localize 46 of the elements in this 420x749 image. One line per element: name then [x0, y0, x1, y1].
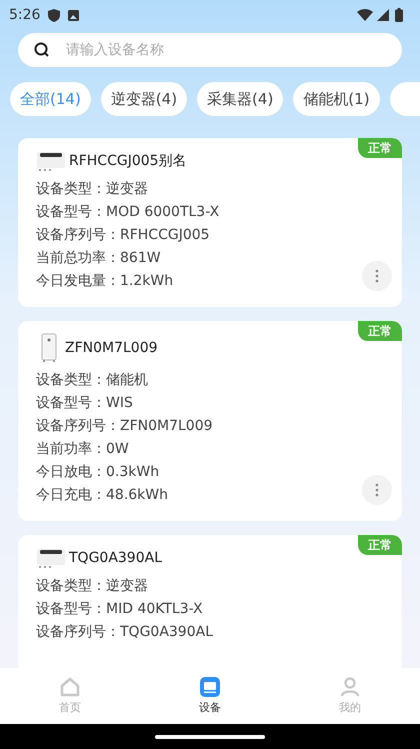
status-time: 5:26 [9, 6, 40, 24]
more-button[interactable] [362, 475, 392, 505]
inverter-icon [36, 547, 66, 569]
search-field[interactable]: 请输入设备名称 [18, 33, 402, 67]
device-field: 设备型号：MOD 6000TL3-X [36, 201, 220, 224]
device-card[interactable]: 正常 ZFN0M7L009 设备类型：储能机 设备型号：WIS 设备序列号：ZFN0M7L009 当前功率：0W 今日放电：0.3kWh 今日充电：48.6kWh [18, 321, 402, 521]
inverter-icon [36, 150, 66, 172]
device-card[interactable]: 正常 RFHCCGJ005别名 设备类型：逆变器 设备型号：MOD 6000TL3-X 设备序列号：RFHCCGJ005 当前总功率：861W 今日发电量：1.2kWh [18, 138, 402, 307]
battery-icon [395, 8, 403, 22]
device-field: 今日放电：0.3kWh [36, 461, 160, 484]
status-badge: 正常 [358, 138, 402, 158]
filter-tab[interactable]: 逆变器(4) [100, 82, 188, 116]
device-field: 设备序列号：ZFN0M7L009 [36, 415, 213, 438]
device-field: 设备型号：WIS [36, 392, 133, 415]
search-icon [34, 42, 50, 58]
device-icon [199, 676, 221, 698]
nav-tab[interactable]: 设备 [140, 668, 280, 724]
status-badge: 正常 [358, 535, 402, 555]
device-card[interactable]: 正常 TQG0A390AL 设备类型：逆变器 设备型号：MID 40KTL3-X 设备序列号：TQG0A390AL [18, 535, 402, 668]
image-icon [68, 10, 80, 20]
device-name: ZFN0M7L009 [65, 338, 158, 358]
more-button[interactable] [362, 261, 392, 291]
search-input[interactable]: 请输入设备名称 [66, 40, 386, 60]
device-field: 当前总功率：861W [36, 247, 161, 270]
signal-icon [377, 9, 389, 21]
filter-tab[interactable]: 储能机(1) [293, 82, 380, 116]
filter-tab[interactable]: 采集器(4) [197, 82, 284, 116]
device-field: 今日发电量：1.2kWh [36, 270, 174, 293]
status-badge: 正常 [358, 321, 402, 341]
user-icon [339, 676, 361, 698]
more-icon [375, 269, 379, 283]
device-field: 设备序列号：TQG0A390AL [36, 621, 214, 644]
filter-tab[interactable] [390, 82, 420, 116]
device-field: 今日充电：48.6kWh [36, 484, 168, 507]
wifi-icon [357, 9, 373, 21]
device-field: 设备序列号：RFHCCGJ005 [36, 224, 210, 247]
device-field: 当前功率：0W [36, 438, 129, 461]
device-field: 设备类型：逆变器 [36, 178, 148, 201]
device-name: TQG0A390AL [69, 548, 162, 568]
device-field: 设备类型：逆变器 [36, 575, 148, 598]
more-icon [375, 483, 379, 497]
device-field: 设备类型：储能机 [36, 369, 148, 392]
device-name: RFHCCGJ005别名 [69, 152, 187, 170]
device-field: 设备型号：MID 40KTL3-X [36, 598, 203, 621]
home-icon [59, 676, 81, 698]
shield-icon [48, 8, 60, 22]
